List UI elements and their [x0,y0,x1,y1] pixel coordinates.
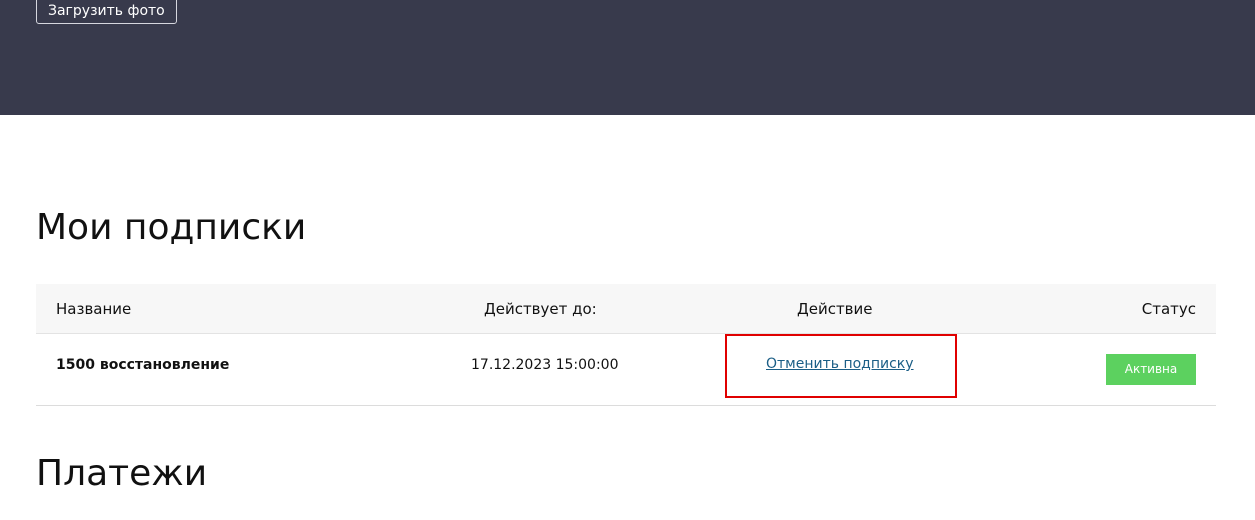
table-row: 1500 восстановление 17.12.2023 15:00:00 … [36,334,1216,406]
subscription-name: 1500 восстановление [56,357,230,373]
column-header-name: Название [56,300,132,318]
column-header-status: Статус [1141,300,1196,318]
table-header: Название Действует до: Действие Статус [36,284,1216,334]
column-header-valid-until: Действует до: [484,300,597,318]
upload-photo-button[interactable]: Загрузить фото [36,0,177,24]
subscriptions-title: Мои подписки [36,207,307,248]
column-header-action: Действие [797,300,873,318]
cancel-subscription-link[interactable]: Отменить подписку [766,356,914,372]
profile-header-banner: Загрузить фото [0,0,1255,115]
payments-title: Платежи [36,453,208,494]
status-badge: Активна [1106,354,1196,385]
subscription-valid-until: 17.12.2023 15:00:00 [471,357,619,373]
subscriptions-table: Название Действует до: Действие Статус 1… [36,284,1216,406]
